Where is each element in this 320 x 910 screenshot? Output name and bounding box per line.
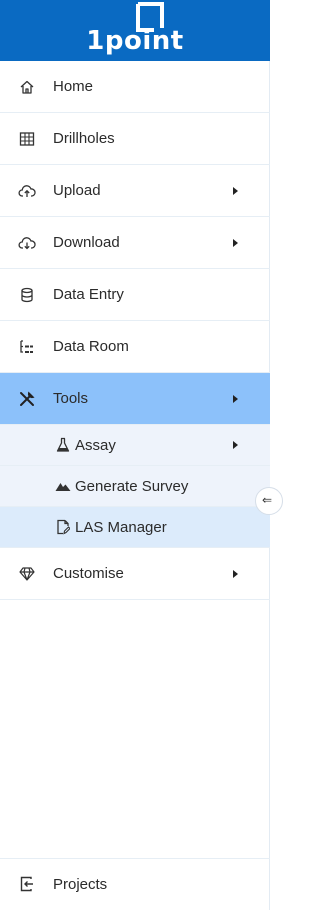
submenu-label-las-manager: LAS Manager [75, 518, 167, 536]
menu-label-download: Download [53, 234, 120, 251]
mountain-icon [55, 478, 71, 494]
menu-label-projects: Projects [53, 876, 108, 893]
menu-item-drillholes[interactable]: Drillholes [0, 113, 270, 165]
exit-icon [18, 875, 36, 893]
menu-label-home: Home [53, 78, 94, 95]
database-icon [18, 286, 36, 304]
menu-label-data-entry: Data Entry [53, 286, 124, 303]
menu-label-drillholes: Drillholes [53, 130, 115, 147]
submenu-label-generate-survey: Generate Survey [75, 477, 189, 495]
menu-item-upload[interactable]: Upload [0, 165, 270, 217]
home-icon [18, 78, 36, 96]
grid-icon [18, 130, 36, 148]
menu-item-tools[interactable]: Tools [0, 373, 270, 425]
gem-icon [18, 565, 36, 583]
menu-item-projects[interactable]: Projects [0, 858, 270, 910]
logo-text: 1point [86, 26, 184, 56]
chevron-right-icon [233, 186, 238, 195]
chevron-right-icon [233, 394, 238, 403]
chevron-right-icon [233, 238, 238, 247]
menu-item-customise[interactable]: Customise [0, 548, 270, 600]
submenu-item-generate-survey[interactable]: Generate Survey [0, 466, 270, 507]
menu-label-data-room: Data Room [53, 338, 129, 355]
menu-item-download[interactable]: Download [0, 217, 270, 269]
chevron-right-icon [233, 569, 238, 578]
menu-item-home[interactable]: Home [0, 61, 270, 113]
menu-label-customise: Customise [53, 565, 124, 582]
chevron-right-icon [233, 441, 238, 449]
submenu-item-las-manager[interactable]: LAS Manager [0, 507, 270, 548]
flask-icon [55, 437, 71, 453]
tree-structure-icon [18, 338, 36, 356]
file-edit-icon [55, 519, 71, 535]
main-menu: Home Drillholes Upload Download Data Ent… [0, 61, 270, 600]
cloud-upload-icon [18, 182, 36, 200]
menu-label-upload: Upload [53, 182, 101, 199]
brand-logo[interactable]: 1point [0, 0, 270, 61]
arrow-left-icon: ⇐ [262, 493, 273, 507]
menu-item-data-room[interactable]: Data Room [0, 321, 270, 373]
cloud-download-icon [18, 234, 36, 252]
submenu-item-assay[interactable]: Assay [0, 425, 270, 466]
collapse-sidebar-button[interactable]: ⇐ [255, 487, 283, 515]
tools-icon [18, 390, 36, 408]
menu-label-tools: Tools [53, 390, 89, 407]
submenu-label-assay: Assay [75, 436, 116, 454]
sidebar: 1point Home Drillholes Upload Download D… [0, 0, 283, 910]
menu-item-data-entry[interactable]: Data Entry [0, 269, 270, 321]
